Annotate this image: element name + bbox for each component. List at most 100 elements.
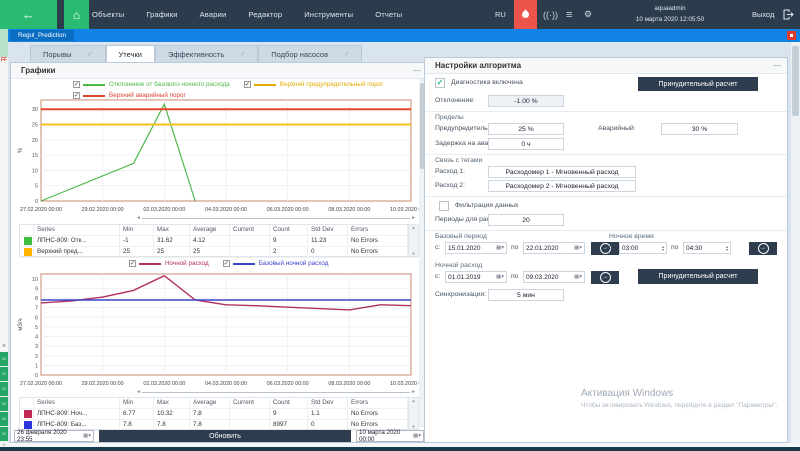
series-checkbox[interactable]: ✓: [244, 81, 251, 88]
svg-text:10.03.2020 00:00: 10.03.2020 00:00: [390, 381, 419, 387]
tab-check-icon: ✓: [88, 51, 93, 58]
night-time-from-input[interactable]: 03:00▴▾: [619, 242, 667, 254]
series-checkbox[interactable]: ✓: [223, 260, 230, 267]
tab-check-icon: ✓: [240, 51, 245, 58]
tab-эффективность[interactable]: Эффективность✓: [155, 45, 258, 62]
logout-icon[interactable]: [783, 9, 794, 20]
warn-input[interactable]: 25 %: [488, 123, 564, 135]
collapse-icon[interactable]: —: [773, 58, 781, 73]
svg-text:3: 3: [35, 344, 38, 350]
night-flow-from-picker[interactable]: 01.01.2019▦▾: [445, 271, 507, 283]
menu-item-объекты[interactable]: Объекты: [92, 10, 124, 19]
series-label: Ночной расход: [165, 260, 209, 267]
series-label: Отклонение от базового ночного расхода: [109, 81, 230, 88]
diagnostics-label: Диагностика включена: [451, 77, 523, 89]
force-calc-button-2[interactable]: Принудительный расчет: [638, 269, 758, 284]
series-checkbox[interactable]: ✓: [129, 260, 136, 267]
base-to-picker[interactable]: 22.01.2020▦▾: [523, 242, 585, 254]
menu-item-аварии[interactable]: Аварии: [200, 10, 227, 19]
home-button[interactable]: ⌂: [64, 0, 89, 29]
svg-text:27.02.2020 00:00: 27.02.2020 00:00: [20, 381, 62, 387]
date-from-picker[interactable]: 26 февраля 2020 23:55 ▦▾: [14, 430, 94, 442]
svg-text:02.03.2020 00:00: 02.03.2020 00:00: [143, 207, 185, 213]
night-time-apply-button[interactable]: →: [749, 242, 777, 255]
periods-input[interactable]: 20: [488, 214, 564, 226]
date-from-value: 26 февраля 2020 23:55: [17, 429, 83, 443]
logout-button[interactable]: Выход: [752, 0, 774, 29]
window-tab-bar: Regul_Prediction: [8, 29, 800, 42]
menu-item-редактор[interactable]: Редактор: [248, 10, 282, 19]
windows-activation-watermark: Активация Windows: [581, 388, 673, 399]
table-scrollbar[interactable]: ▲▼: [408, 225, 418, 256]
svg-text:30: 30: [32, 107, 38, 113]
chart1-range-slider[interactable]: ◄►: [136, 216, 416, 221]
svg-text:0: 0: [35, 199, 38, 205]
base-period-title: Базовый период: [435, 232, 487, 242]
filter-checkbox[interactable]: [439, 201, 449, 211]
refresh-button[interactable]: Обновить: [99, 430, 351, 442]
alarm-input[interactable]: 30 %: [661, 123, 738, 135]
window-tab[interactable]: Regul_Prediction: [10, 30, 74, 41]
tags-section-title: Связь с тегами: [435, 156, 482, 166]
calendar-icon: ▦▾: [496, 274, 504, 280]
series-checkbox[interactable]: ✓: [73, 81, 80, 88]
menu-item-отчеты[interactable]: Отчеты: [375, 10, 402, 19]
table-row: ЛПНС-809: Ноч...6.7710.327.891.1No Error…: [20, 409, 418, 420]
back-button[interactable]: ←: [0, 0, 57, 29]
series-line-swatch: [83, 84, 105, 86]
table-scrollbar[interactable]: ▲▼: [408, 398, 418, 429]
menu-item-инструменты[interactable]: Инструменты: [304, 10, 353, 19]
settings-panel-header: Настройки алгоритма —: [425, 58, 787, 74]
svg-text:4: 4: [35, 335, 38, 341]
taskbar-sliver: [0, 447, 800, 451]
tab-порывы[interactable]: Порывы✓: [30, 45, 106, 62]
alarms-button[interactable]: [514, 0, 537, 29]
flow2-select[interactable]: Расходомер 2 - Мгновенный расход: [488, 180, 636, 192]
base-from-picker[interactable]: 15.01.2020▦▾: [445, 242, 507, 254]
svg-text:20: 20: [32, 138, 38, 144]
flow2-label: Расход 2:: [435, 180, 465, 192]
notification-badge[interactable]: [787, 31, 796, 40]
charts-panel-header: Графики —: [11, 63, 427, 79]
sync-input[interactable]: 5 мин: [488, 289, 564, 301]
svg-text:5: 5: [35, 325, 38, 331]
svg-text:10: 10: [32, 168, 38, 174]
svg-text:7: 7: [35, 306, 38, 312]
tab-утечки[interactable]: Утечки: [106, 45, 155, 62]
series-line-swatch: [233, 263, 255, 265]
night-flow-to-picker[interactable]: 09.03.2020▦▾: [523, 271, 585, 283]
list-icon[interactable]: ≡: [566, 0, 572, 29]
force-calc-button[interactable]: Принудительный расчет: [638, 77, 758, 91]
calendar-icon: ▦▾: [574, 245, 582, 251]
delay-input[interactable]: 0 ч: [488, 138, 564, 150]
spreadsheet-column-label: B: [0, 343, 8, 348]
menu-item-графики[interactable]: Графики: [146, 10, 177, 19]
current-datetime: 10 марта 2020 12:05:50: [600, 14, 740, 25]
table-header-row: SeriesMinMaxAverageCurrentCountStd DevEr…: [20, 398, 418, 409]
svg-text:15: 15: [32, 153, 38, 159]
broadcast-icon[interactable]: ((·)): [543, 0, 558, 29]
night-time-title: Ночное время: [609, 232, 654, 242]
series-line-swatch: [139, 263, 161, 265]
spinner-icon[interactable]: ▴▾: [662, 245, 664, 251]
deviation-chart: 05101520253027.02.2020 00:0029.02.2020 0…: [15, 95, 419, 215]
collapse-icon[interactable]: —: [413, 63, 421, 78]
sync-label: Синхронизация:: [435, 289, 486, 301]
window-scrollbar[interactable]: [791, 42, 800, 447]
chart2-range-slider[interactable]: ◄►: [136, 390, 416, 395]
base-period-apply-button[interactable]: →: [591, 242, 619, 255]
date-to-picker[interactable]: 10 марта 2020 00:00 ▦▾: [356, 430, 424, 442]
spinner-icon[interactable]: ▴▾: [726, 245, 728, 251]
spreadsheet-cells: 101010101010: [0, 352, 8, 442]
night-time-to-input[interactable]: 04:30▴▾: [683, 242, 731, 254]
diagnostics-checkbox[interactable]: ✓: [435, 78, 445, 88]
flow1-select[interactable]: Расходомер 1 - Мгновенный расход: [488, 166, 636, 178]
gear-icon[interactable]: ⚙: [584, 0, 592, 29]
deviation-value: -1.00 %: [488, 95, 564, 107]
tab-подбор-насосов[interactable]: Подбор насосов✓: [258, 45, 362, 62]
night-flow-apply-button[interactable]: →: [591, 271, 619, 284]
scroll-up-icon: ▲: [409, 398, 418, 403]
language-selector[interactable]: RU: [495, 0, 506, 29]
tab-check-icon: ✓: [344, 51, 349, 58]
chart2-legend: ✓Ночной расход✓Базовый ночной расход: [129, 259, 429, 268]
